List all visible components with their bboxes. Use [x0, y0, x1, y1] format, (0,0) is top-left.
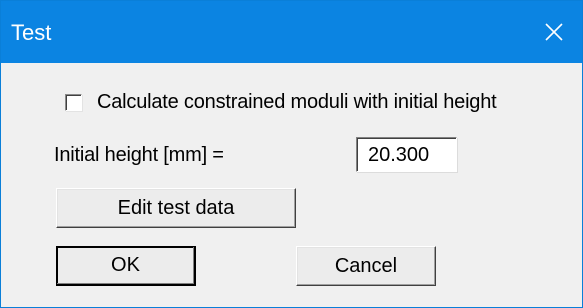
- edit-test-data-button[interactable]: Edit test data: [56, 188, 296, 228]
- ok-button[interactable]: OK: [56, 246, 196, 286]
- close-icon: [545, 23, 563, 41]
- cancel-button[interactable]: Cancel: [296, 246, 436, 286]
- constrained-moduli-checkbox[interactable]: [65, 93, 82, 111]
- window-title: Test: [11, 20, 52, 45]
- title-bar[interactable]: Test: [1, 1, 582, 63]
- initial-height-input[interactable]: [356, 137, 457, 172]
- initial-height-label: Initial height [mm] =: [54, 144, 224, 166]
- cancel-label: Cancel: [334, 254, 398, 277]
- ok-label: OK: [111, 254, 140, 276]
- edit-test-data-label: Edit test data: [117, 196, 235, 219]
- dialog-window: Test Calculate constrained moduli with i…: [0, 0, 583, 308]
- constrained-moduli-option[interactable]: Calculate constrained moduli with initia…: [53, 90, 497, 114]
- checkbox-label: Calculate constrained moduli with initia…: [97, 90, 497, 113]
- close-button[interactable]: [526, 1, 582, 63]
